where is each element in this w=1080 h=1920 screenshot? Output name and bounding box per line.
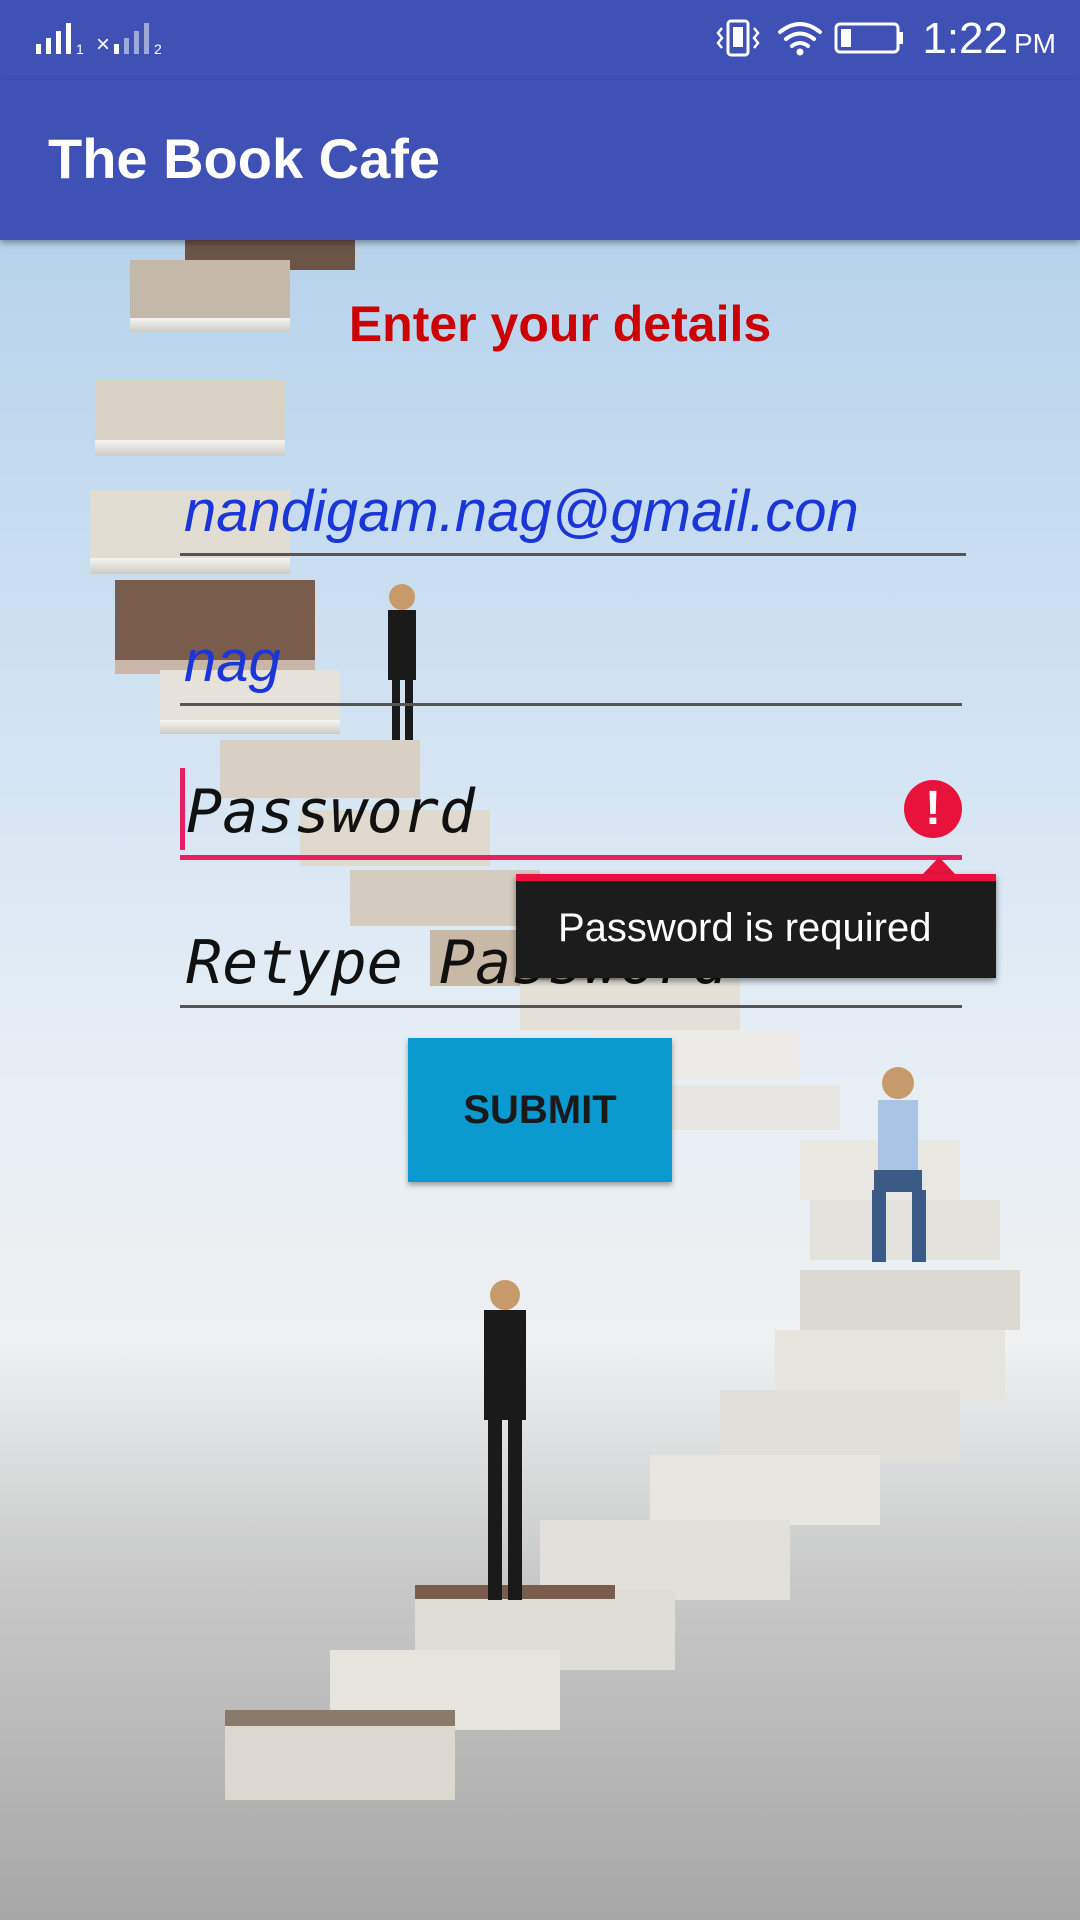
error-popup: Password is required	[516, 874, 996, 978]
sim2-label: 2	[154, 41, 162, 56]
form-heading: Enter your details	[348, 296, 772, 352]
error-message: Password is required	[558, 906, 932, 950]
login-screen: 1 × 2 1:22 PM The Book Cafe Enter your d…	[0, 0, 1080, 1920]
username-field[interactable]	[180, 620, 962, 706]
password-field-container	[180, 768, 962, 860]
clock: 1:22 PM	[922, 12, 1056, 71]
app-title: The Book Cafe	[48, 127, 441, 190]
password-field[interactable]	[180, 768, 962, 860]
error-popup-pointer	[922, 857, 956, 875]
signal-sim1-icon: 1	[36, 23, 84, 56]
signal-sim2-icon: × 2	[96, 23, 162, 56]
lower-book-stack	[225, 1140, 1020, 1800]
email-field[interactable]	[180, 470, 966, 556]
status-bar: 1 × 2 1:22 PM	[0, 0, 1080, 80]
text-cursor	[180, 768, 185, 850]
wifi-icon	[778, 22, 822, 56]
vibrate-icon	[716, 19, 760, 57]
person-woman-bottom	[484, 1280, 526, 1600]
username-field-container	[180, 620, 962, 706]
clock-ampm: PM	[1014, 28, 1056, 59]
svg-text:×: ×	[96, 31, 110, 56]
battery-icon	[834, 22, 903, 54]
submit-button[interactable]: SUBMIT	[408, 1038, 672, 1182]
sim1-label: 1	[76, 41, 84, 56]
clock-time: 1:22	[922, 14, 1008, 63]
error-icon: !	[904, 780, 962, 838]
email-field-container	[180, 470, 966, 556]
app-bar: The Book Cafe	[0, 80, 1080, 240]
